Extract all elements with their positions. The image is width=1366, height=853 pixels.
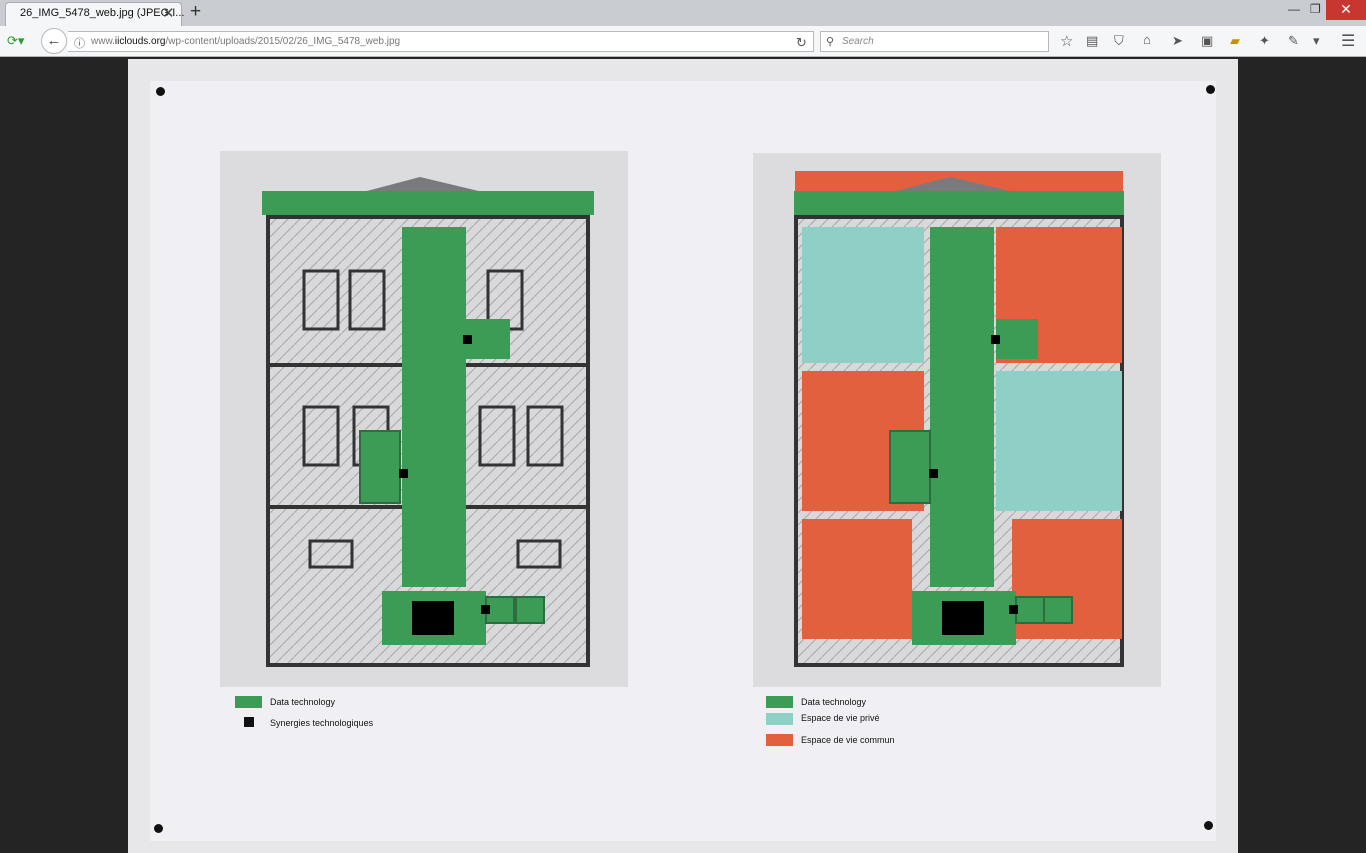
folder-icon[interactable]: ▰ <box>1230 33 1240 49</box>
sync-icon[interactable]: ⟳▾ <box>7 33 24 49</box>
legend-swatch-data-technology <box>235 696 262 708</box>
left-drawing <box>220 151 628 687</box>
window-close-icon[interactable]: ✕ <box>1326 0 1366 20</box>
reading-list-icon[interactable]: ▤ <box>1086 33 1098 49</box>
restore-icon[interactable]: ❐ <box>1310 2 1321 16</box>
legend-swatch-common-space <box>766 734 793 746</box>
pin <box>156 87 165 96</box>
photo: Data technology Synergies technologiques… <box>128 59 1238 853</box>
chevron-down-icon[interactable]: ▾ <box>1313 33 1320 49</box>
pin <box>1204 821 1213 830</box>
poster-sheet: Data technology Synergies technologiques… <box>150 81 1216 841</box>
tab-bar: 26_IMG_5478_web.jpg (JPEG I... ✕ + — ❐ ✕ <box>0 0 1366 26</box>
legend-swatch-private-space <box>766 713 793 725</box>
legend-swatch-data-technology <box>766 696 793 708</box>
legend-label: Espace de vie commun <box>801 735 895 745</box>
url-text: www.iiclouds.org/wp-content/uploads/2015… <box>91 36 401 47</box>
legend-label: Data technology <box>270 697 336 707</box>
legend-label: Espace de vie privé <box>801 713 880 723</box>
send-icon[interactable]: ➤ <box>1172 33 1183 49</box>
close-icon[interactable]: ✕ <box>162 4 175 22</box>
addon-icon[interactable]: ✎ <box>1288 33 1299 49</box>
info-icon[interactable]: ⓘ <box>74 35 85 51</box>
tab-title: 26_IMG_5478_web.jpg (JPEG I... <box>20 7 185 19</box>
search-placeholder: Search <box>842 36 874 47</box>
menu-icon[interactable]: ☰ <box>1341 31 1355 51</box>
home-icon[interactable]: ⌂ <box>1143 32 1151 47</box>
navigation-bar: ⟳▾ ← ⓘ www.iiclouds.org/wp-content/uploa… <box>0 26 1366 57</box>
legend-label: Data technology <box>801 697 867 707</box>
back-button[interactable]: ← <box>41 28 67 54</box>
right-drawing <box>753 153 1161 687</box>
address-bar[interactable]: ⓘ www.iiclouds.org/wp-content/uploads/20… <box>68 31 814 52</box>
legend-swatch-synergies <box>244 717 254 727</box>
pin <box>154 824 163 833</box>
reload-icon[interactable]: ↻ <box>796 35 807 51</box>
minimize-icon[interactable]: — <box>1288 2 1300 16</box>
search-input[interactable]: ⚲ Search <box>820 31 1049 52</box>
image-viewport: Data technology Synergies technologiques… <box>0 57 1366 853</box>
new-tab-icon[interactable]: + <box>190 2 201 22</box>
pocket-icon[interactable]: ⛉ <box>1114 33 1124 49</box>
search-icon: ⚲ <box>826 36 835 48</box>
extension-icon[interactable]: ✦ <box>1259 33 1270 49</box>
legend-label: Synergies technologiques <box>270 718 374 728</box>
bookmark-star-icon[interactable]: ☆ <box>1060 32 1073 50</box>
pin <box>1206 85 1215 94</box>
tab-image[interactable]: 26_IMG_5478_web.jpg (JPEG I... ✕ <box>5 2 185 26</box>
save-icon[interactable]: ▣ <box>1201 33 1213 49</box>
